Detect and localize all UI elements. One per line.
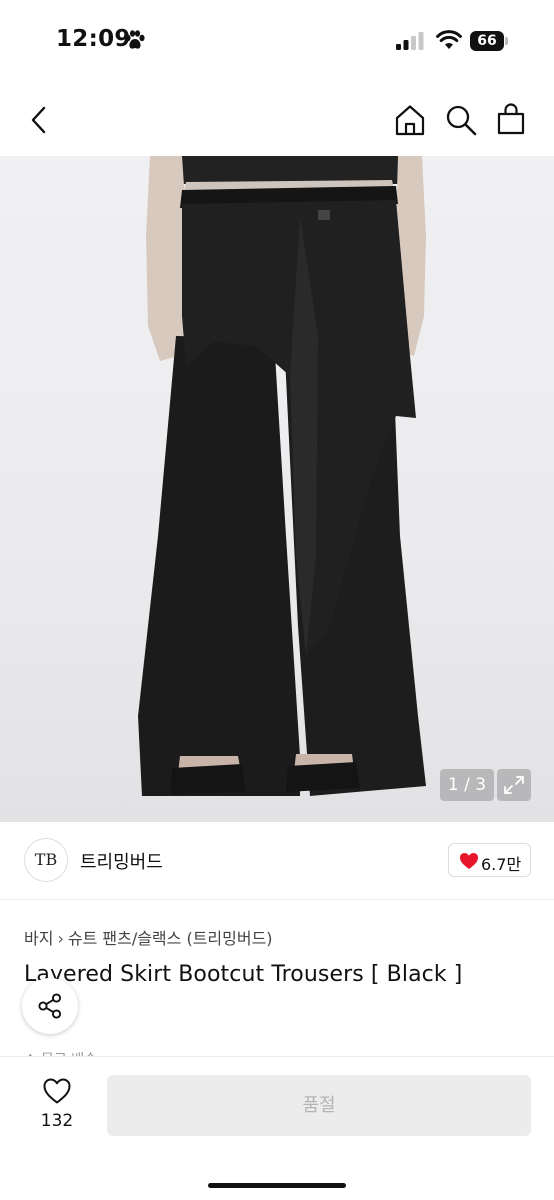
status-time: 12:09 [56,26,131,52]
expand-icon [504,776,524,794]
share-icon [38,993,62,1019]
breadcrumb: 바지 › 슈트 팬츠/슬랙스 (트리밍버드) [24,925,273,949]
status-bar: 12:09 66 [0,0,554,84]
battery-indicator: 66 [470,31,508,51]
home-indicator[interactable] [208,1183,346,1188]
paw-icon [125,30,145,49]
breadcrumb-category[interactable]: 바지 [24,929,53,948]
cellular-signal-icon [396,32,424,50]
seller-row[interactable]: TB 트리밍버드 6.7만 [0,822,554,900]
share-button[interactable] [22,978,78,1034]
wifi-icon [436,30,462,49]
product-image[interactable] [0,156,554,822]
navigation-bar [0,84,554,156]
heart-outline-icon [43,1078,71,1104]
battery-level: 66 [470,31,504,51]
wishlist-count: 132 [40,1111,74,1131]
shopping-bag-icon[interactable] [495,102,527,136]
image-counter: 1 / 3 [440,769,494,801]
brand-like-count: 6.7만 [481,855,522,874]
brand-like-button[interactable]: 6.7만 [448,843,531,877]
product-photo [138,156,426,796]
product-title: Layered Skirt Bootcut Trousers [ Black ] [24,962,463,987]
brand-logo[interactable]: TB [24,838,68,882]
breadcrumb-subcategory[interactable]: 슈트 팬츠/슬랙스 (트리밍버드) [68,929,273,948]
chevron-right-icon: › [57,929,64,948]
expand-image-button[interactable] [497,769,531,801]
wishlist-button[interactable]: 132 [30,1077,84,1135]
sold-out-button[interactable]: 품절 [107,1075,531,1136]
bottom-action-bar: 132 품절 [0,1056,554,1200]
battery-tip [505,37,508,45]
brand-name[interactable]: 트리밍버드 [80,848,163,874]
back-icon[interactable] [26,104,54,136]
heart-filled-icon [460,853,478,869]
home-icon[interactable] [393,103,427,137]
search-icon[interactable] [444,103,478,137]
